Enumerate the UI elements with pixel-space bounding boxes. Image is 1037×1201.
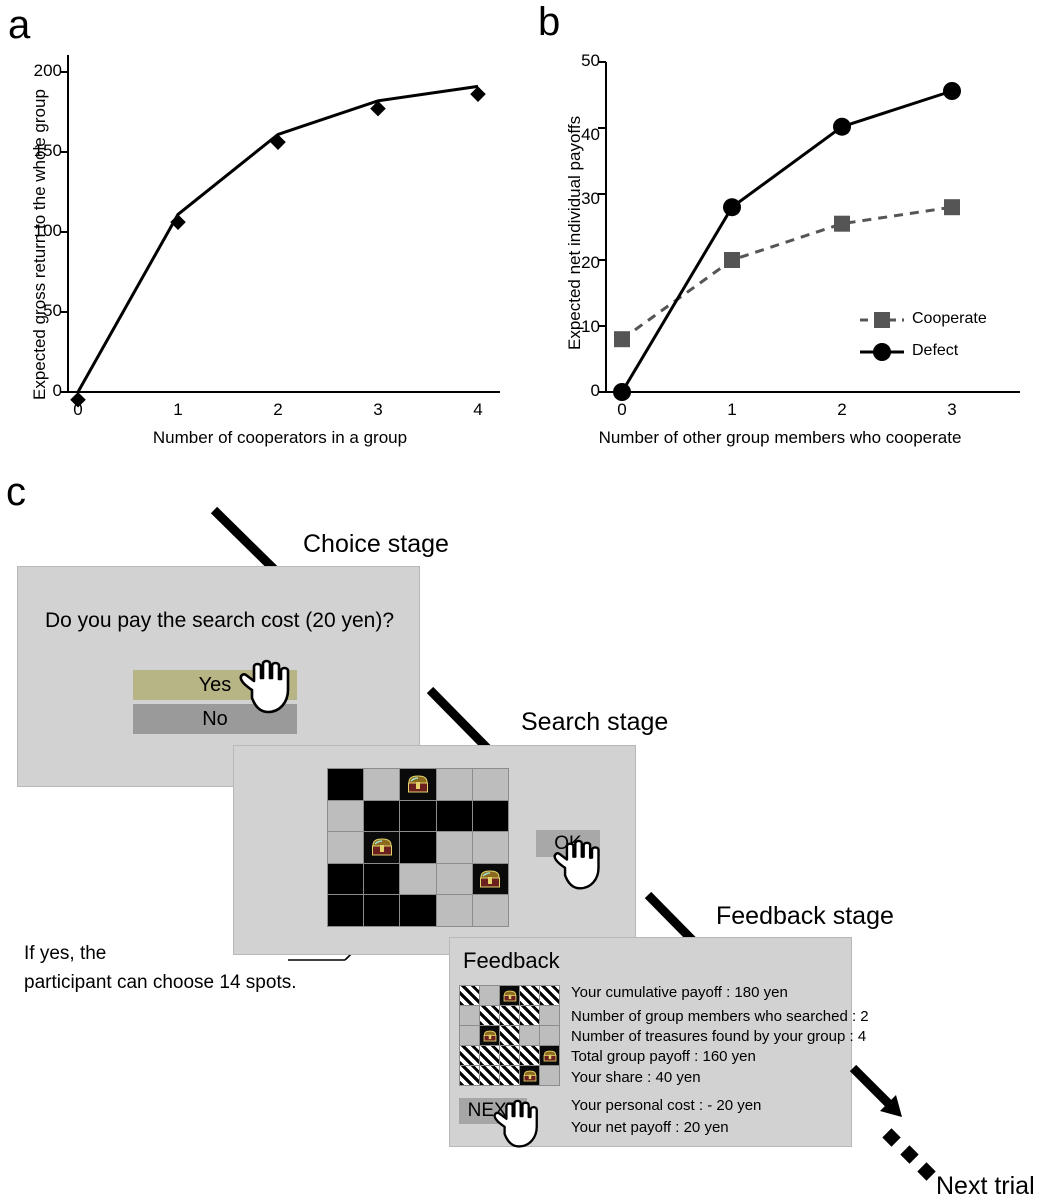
search-cell-r1c2[interactable] <box>364 769 400 800</box>
annotation-line-2: participant can choose 14 spots. <box>24 972 297 993</box>
choice-stage-label: Choice stage <box>303 530 449 558</box>
feedback-cell-r4c2 <box>480 1046 499 1065</box>
search-cell-r5c1[interactable] <box>328 895 364 926</box>
feedback-line-4: Your share : 40 yen <box>571 1069 701 1086</box>
cursor-hand-icon-search <box>553 839 600 890</box>
feedback-cell-r5c1 <box>460 1066 479 1085</box>
next-trial-label: Next trial <box>936 1172 1035 1200</box>
treasure-chest-icon <box>483 1030 496 1041</box>
feedback-line-1: Number of group members who searched : 2 <box>571 1008 869 1025</box>
feedback-cell-r3c1 <box>460 1026 479 1045</box>
feedback-stage-label: Feedback stage <box>716 902 894 930</box>
feedback-cell-r5c5 <box>540 1066 559 1085</box>
feedback-cell-r1c5 <box>540 986 559 1005</box>
feedback-cell-r1c3 <box>500 986 519 1005</box>
feedback-cell-r2c5 <box>540 1006 559 1025</box>
feedback-cell-r3c3 <box>500 1026 519 1045</box>
feedback-cell-r4c3 <box>500 1046 519 1065</box>
search-cell-r4c2[interactable] <box>364 863 400 895</box>
feedback-line-5: Your personal cost : - 20 yen <box>571 1097 762 1114</box>
feedback-cell-r1c2 <box>480 986 499 1005</box>
next-trial-arrow-icon <box>849 1064 902 1117</box>
feedback-cell-r4c1 <box>460 1046 479 1065</box>
chart-a-plot <box>60 55 500 408</box>
search-cell-r1c4[interactable] <box>436 769 472 800</box>
search-cell-r2c1[interactable] <box>328 800 364 832</box>
search-cell-r1c3[interactable] <box>400 769 436 800</box>
search-cell-r5c2[interactable] <box>364 895 400 926</box>
search-cell-r4c1[interactable] <box>328 863 364 895</box>
feedback-cell-r2c2 <box>480 1006 499 1025</box>
search-cell-r5c5[interactable] <box>472 895 508 926</box>
chart-panel-a: Expected gross return to the whole group… <box>0 0 520 470</box>
feedback-cell-r5c4 <box>520 1066 539 1085</box>
feedback-cell-r4c4 <box>520 1046 539 1065</box>
treasure-chest-icon <box>371 838 392 856</box>
feedback-cell-r1c1 <box>460 986 479 1005</box>
search-cell-r4c5[interactable] <box>472 863 508 895</box>
annotation-line-1: If yes, the <box>24 943 107 964</box>
feedback-cell-r2c4 <box>520 1006 539 1025</box>
choice-question: Do you pay the search cost (20 yen)? <box>45 609 395 632</box>
cursor-hand-icon-feedback <box>493 1099 538 1148</box>
treasure-chest-icon <box>543 1050 556 1061</box>
treasure-chest-icon <box>503 990 516 1001</box>
search-cell-r2c4[interactable] <box>436 800 472 832</box>
search-cell-r3c2[interactable] <box>364 832 400 863</box>
feedback-cell-r2c1 <box>460 1006 479 1025</box>
search-cell-r1c1[interactable] <box>328 769 364 800</box>
search-cell-r3c1[interactable] <box>328 832 364 863</box>
feedback-cell-r1c4 <box>520 986 539 1005</box>
search-cell-r3c3[interactable] <box>400 832 436 863</box>
search-cell-r3c4[interactable] <box>436 832 472 863</box>
chart-panel-b: Expected net individual payoffs 0 10 20 … <box>520 0 1037 470</box>
search-cell-r1c5[interactable] <box>472 769 508 800</box>
search-cell-r2c3[interactable] <box>400 800 436 832</box>
feedback-line-3: Total group payoff : 160 yen <box>571 1048 756 1065</box>
treasure-chest-icon <box>523 1070 536 1081</box>
search-cell-r4c3[interactable] <box>400 863 436 895</box>
feedback-title: Feedback <box>463 948 560 973</box>
feedback-cell-r5c2 <box>480 1066 499 1085</box>
feedback-line-2: Number of treasures found by your group … <box>571 1028 867 1045</box>
search-grid[interactable] <box>327 768 509 927</box>
cursor-hand-icon-choice <box>239 659 290 714</box>
feedback-cell-r5c3 <box>500 1066 519 1085</box>
treasure-chest-icon <box>480 870 501 888</box>
feedback-cell-r3c2 <box>480 1026 499 1045</box>
search-stage-label: Search stage <box>521 708 669 736</box>
search-cell-r5c4[interactable] <box>436 895 472 926</box>
chart-b-plot <box>598 61 1020 401</box>
search-cell-r5c3[interactable] <box>400 895 436 926</box>
search-cell-r2c5[interactable] <box>472 800 508 832</box>
search-cell-r2c2[interactable] <box>364 800 400 832</box>
treasure-chest-icon <box>407 775 428 793</box>
feedback-line-6: Your net payoff : 20 yen <box>571 1119 729 1136</box>
search-cell-r4c4[interactable] <box>436 863 472 895</box>
feedback-cell-r3c4 <box>520 1026 539 1045</box>
feedback-cell-r2c3 <box>500 1006 519 1025</box>
feedback-cell-r4c5 <box>540 1046 559 1065</box>
search-cell-r3c5[interactable] <box>472 832 508 863</box>
feedback-grid <box>459 985 560 1086</box>
feedback-cell-r3c5 <box>540 1026 559 1045</box>
feedback-line-0: Your cumulative payoff : 180 yen <box>571 984 788 1001</box>
